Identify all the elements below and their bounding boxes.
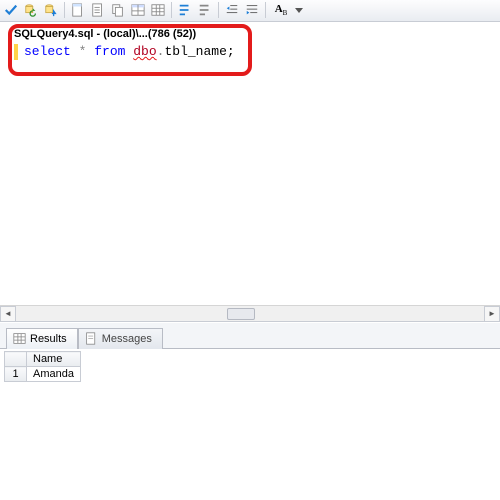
tk-star: * [71,44,94,59]
scroll-thumb[interactable] [227,308,255,320]
toolbar-separator [218,2,219,18]
results-grid[interactable]: Name 1 Amanda [0,349,500,384]
grid-icon[interactable] [149,1,167,19]
page-script-icon[interactable] [89,1,107,19]
indent-right-icon[interactable] [243,1,261,19]
horizontal-scrollbar[interactable]: ◄ ► [0,305,500,321]
toolbar-separator [64,2,65,18]
db-refresh-icon[interactable] [22,1,40,19]
font-size-icon[interactable]: AB [270,1,292,19]
tab-messages[interactable]: Messages [78,328,163,349]
uncomment-icon[interactable] [196,1,214,19]
execute-check-icon[interactable] [2,1,20,19]
comment-icon[interactable] [176,1,194,19]
db-change-icon[interactable] [42,1,60,19]
sql-code-line[interactable]: select * from dbo.tbl_name; [24,44,235,59]
copy-icon[interactable] [109,1,127,19]
kw-from: from [94,44,125,59]
tk-table: tbl_name [164,44,226,59]
toolbar: AB [0,0,500,22]
editor-gutter-marker [14,44,18,60]
tab-label: Messages [102,333,152,345]
toolbar-separator [265,2,266,18]
kw-select: select [24,44,71,59]
header-row: Name [5,352,81,367]
corner-cell [5,352,27,367]
tab-label: Results [30,333,67,345]
toolbar-separator [171,2,172,18]
scroll-left-icon[interactable]: ◄ [0,306,16,322]
page-icon [85,332,98,345]
indent-left-icon[interactable] [223,1,241,19]
grid-icon [13,332,26,345]
dropdown-icon[interactable] [294,1,304,19]
results-tabs: Results Messages [0,323,500,349]
row-number: 1 [5,367,27,382]
tab-results[interactable]: Results [6,328,78,349]
results-pane: Results Messages Name 1 Amanda [0,322,500,500]
editor-filename: SQLQuery4.sql - (local)\...(786 (52)) [14,28,196,40]
column-header[interactable]: Name [27,352,81,367]
scroll-right-icon[interactable]: ► [484,306,500,322]
table-icon[interactable] [129,1,147,19]
page-icon[interactable] [69,1,87,19]
scroll-track[interactable] [16,307,484,321]
sql-editor[interactable]: SQLQuery4.sql - (local)\...(786 (52)) se… [0,22,500,322]
table-row[interactable]: 1 Amanda [5,367,81,382]
tk-schema: dbo [133,44,156,59]
cell-value[interactable]: Amanda [27,367,81,382]
